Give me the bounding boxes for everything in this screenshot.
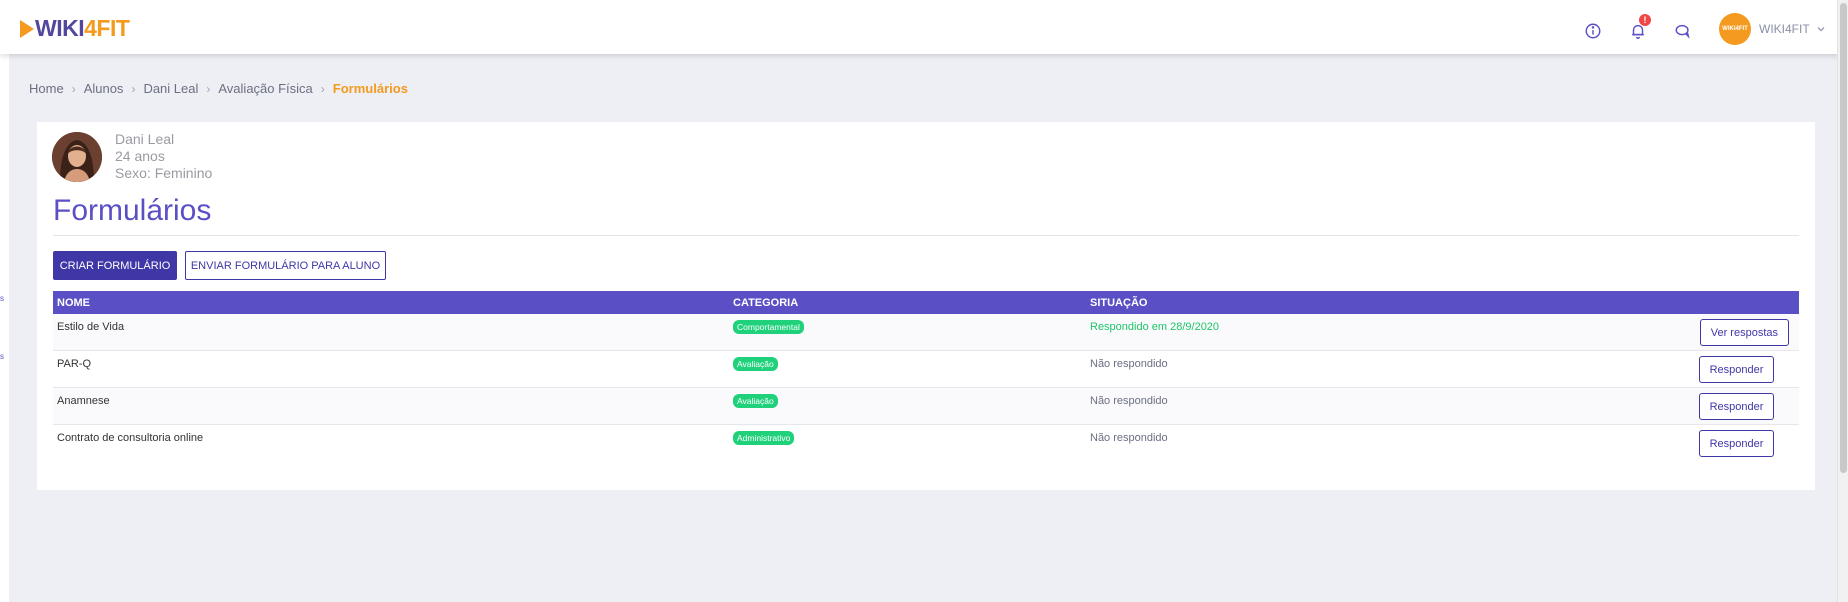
app-logo[interactable]: WIKI 4FIT bbox=[20, 15, 130, 42]
scrollbar-thumb[interactable] bbox=[1840, 3, 1847, 473]
form-status: Não respondido bbox=[1090, 432, 1168, 444]
chat-icon[interactable] bbox=[1672, 20, 1694, 42]
student-age: 24 anos bbox=[115, 148, 165, 164]
breadcrumb-avaliacao[interactable]: Avaliação Física bbox=[218, 81, 312, 96]
table-row: PAR-Q Avaliação Não respondido Responder bbox=[53, 351, 1799, 388]
user-avatar: WIKI4FIT bbox=[1719, 13, 1751, 45]
respond-button[interactable]: Responder bbox=[1699, 430, 1774, 457]
page-title: Formulários bbox=[53, 194, 212, 227]
sidebar-fragment: s bbox=[0, 352, 4, 361]
column-header-status: SITUAÇÃO bbox=[1090, 297, 1148, 309]
respond-button[interactable]: Responder bbox=[1699, 356, 1774, 383]
form-name: PAR-Q bbox=[57, 358, 92, 370]
table-row: Anamnese Avaliação Não respondido Respon… bbox=[53, 388, 1799, 425]
form-name: Anamnese bbox=[57, 395, 110, 407]
table-row: Estilo de Vida Comportamental Respondido… bbox=[53, 314, 1799, 351]
form-status: Não respondido bbox=[1090, 358, 1168, 370]
respond-button[interactable]: Responder bbox=[1699, 393, 1774, 420]
title-divider bbox=[53, 235, 1799, 236]
category-tag: Comportamental bbox=[733, 320, 804, 334]
forms-table: NOME CATEGORIA SITUAÇÃO Estilo de Vida C… bbox=[53, 291, 1799, 462]
column-header-name: NOME bbox=[57, 297, 90, 309]
info-icon[interactable] bbox=[1582, 20, 1604, 42]
breadcrumb-student[interactable]: Dani Leal bbox=[143, 81, 198, 96]
collapsed-sidebar[interactable]: s s bbox=[0, 54, 9, 602]
breadcrumb-home[interactable]: Home bbox=[29, 81, 64, 96]
user-name: WIKI4FIT bbox=[1759, 22, 1810, 36]
logo-text-4fit: 4FIT bbox=[84, 15, 130, 41]
form-name: Estilo de Vida bbox=[57, 321, 125, 333]
table-header: NOME CATEGORIA SITUAÇÃO bbox=[53, 291, 1799, 314]
notification-badge: ! bbox=[1639, 14, 1651, 26]
logo-text-wiki: WIKI bbox=[35, 15, 85, 41]
user-menu[interactable]: WIKI4FIT WIKI4FIT bbox=[1719, 13, 1826, 45]
send-form-button[interactable]: ENVIAR FORMULÁRIO PARA ALUNO bbox=[185, 251, 386, 280]
play-logo-icon bbox=[20, 19, 34, 38]
student-avatar bbox=[52, 132, 102, 182]
form-name: Contrato de consultoria online bbox=[57, 432, 204, 444]
chevron-down-icon bbox=[1817, 27, 1825, 32]
category-tag: Avaliação bbox=[733, 357, 778, 371]
top-bar: WIKI 4FIT ! WIKI4FIT WIKI4FIT bbox=[0, 0, 1848, 54]
create-form-button[interactable]: CRIAR FORMULÁRIO bbox=[53, 251, 177, 280]
category-tag: Avaliação bbox=[733, 394, 778, 408]
category-tag: Administrativo bbox=[733, 431, 795, 445]
column-header-category: CATEGORIA bbox=[733, 297, 799, 309]
student-sex: Sexo: Feminino bbox=[115, 165, 213, 181]
form-status: Respondido em 28/9/2020 bbox=[1090, 321, 1220, 333]
student-name: Dani Leal bbox=[115, 131, 175, 147]
breadcrumb-alunos[interactable]: Alunos bbox=[84, 81, 124, 96]
chevron-right-icon: › bbox=[71, 81, 76, 96]
chevron-right-icon: › bbox=[206, 81, 211, 96]
forms-card: Dani Leal 24 anos Sexo: Feminino Formulá… bbox=[37, 122, 1815, 490]
view-answers-button[interactable]: Ver respostas bbox=[1699, 319, 1789, 346]
table-row: Contrato de consultoria online Administr… bbox=[53, 425, 1799, 462]
breadcrumb-current: Formulários bbox=[332, 81, 408, 96]
notification-bell-icon[interactable]: ! bbox=[1627, 14, 1651, 42]
vertical-scrollbar[interactable] bbox=[1837, 0, 1848, 602]
breadcrumb: Home › Alunos › Dani Leal › Avaliação Fí… bbox=[29, 81, 408, 96]
chevron-right-icon: › bbox=[320, 81, 325, 96]
student-profile: Dani Leal 24 anos Sexo: Feminino bbox=[52, 131, 213, 182]
form-status: Não respondido bbox=[1090, 395, 1168, 407]
sidebar-fragment: s bbox=[0, 294, 4, 303]
chevron-right-icon: › bbox=[131, 81, 136, 96]
